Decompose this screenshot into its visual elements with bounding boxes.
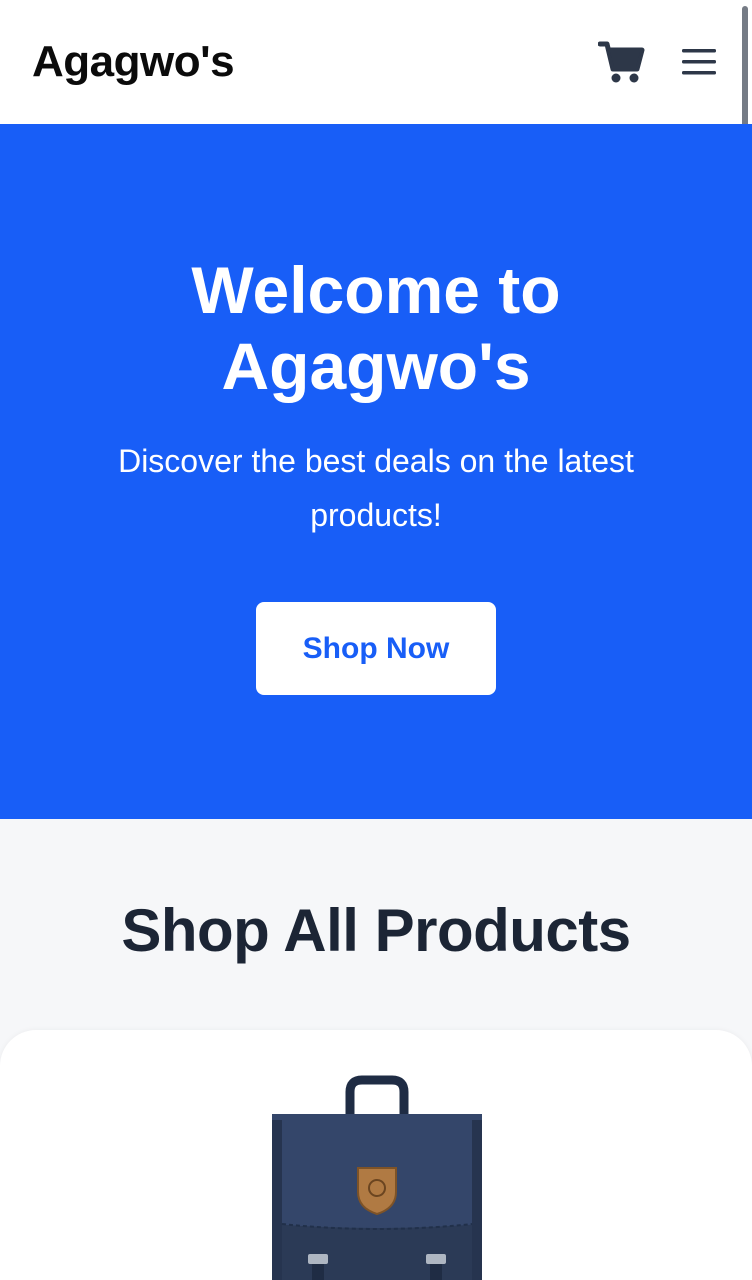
section-title: Shop All Products	[121, 897, 631, 964]
product-image-backpack[interactable]	[264, 1074, 490, 1280]
site-header: Agagwo's	[0, 0, 752, 124]
hero-title: Welcome to Agagwo's	[191, 253, 561, 403]
page: Agagwo's Welcome to Agagwo's Discover th…	[0, 0, 752, 1280]
hero-banner: Welcome to Agagwo's Discover the best de…	[0, 124, 752, 819]
hamburger-menu-icon[interactable]	[680, 46, 718, 78]
shopping-cart-icon[interactable]	[598, 40, 646, 84]
brand-logo[interactable]: Agagwo's	[32, 37, 235, 87]
hero-subtitle: Discover the best deals on the latest pr…	[118, 443, 634, 533]
header-actions	[598, 40, 718, 84]
shop-now-button[interactable]: Shop Now	[256, 602, 496, 695]
